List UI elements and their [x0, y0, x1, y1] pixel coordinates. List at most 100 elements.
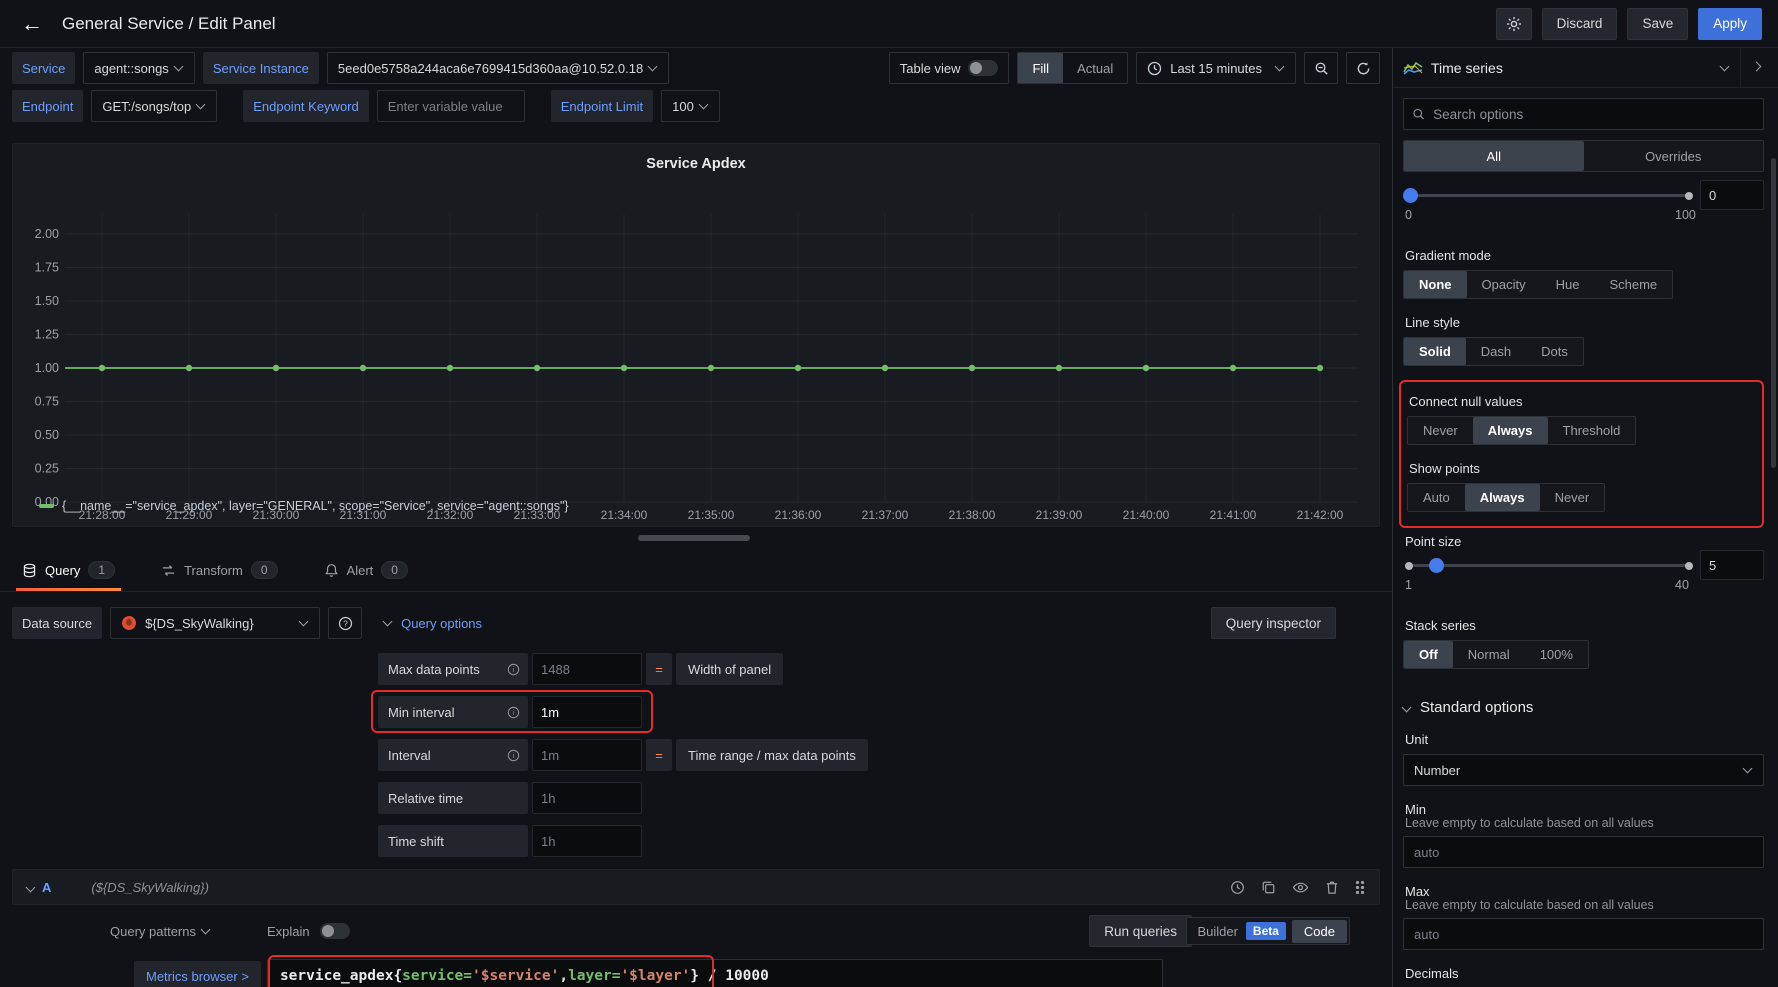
tab-all[interactable]: All: [1404, 141, 1584, 171]
panel-title: Service Apdex: [13, 144, 1379, 172]
collapse-options-pane-button[interactable]: [1740, 48, 1768, 88]
query-options-section: Max data points i = Width of panel Min i…: [378, 653, 1392, 857]
apply-button[interactable]: Apply: [1698, 8, 1762, 40]
chevron-down-icon: [1275, 62, 1285, 72]
fill-option[interactable]: Fill: [1018, 53, 1063, 83]
visualization-picker[interactable]: Time series: [1431, 60, 1503, 76]
panel-settings-button[interactable]: [1496, 8, 1532, 40]
show-points-group: Auto Always Never: [1407, 483, 1605, 512]
svg-text:0.75: 0.75: [35, 395, 59, 409]
chevron-down-icon: [648, 62, 658, 72]
line-dash-option[interactable]: Dash: [1466, 338, 1526, 365]
run-queries-button[interactable]: Run queries: [1089, 915, 1192, 947]
line-solid-option[interactable]: Solid: [1404, 338, 1466, 365]
stack-off-option[interactable]: Off: [1404, 641, 1453, 668]
slider-track[interactable]: [1405, 194, 1693, 197]
panel-resize-handle[interactable]: [638, 535, 750, 541]
min-input[interactable]: [1403, 836, 1764, 868]
line-dots-option[interactable]: Dots: [1526, 338, 1583, 365]
search-options-input[interactable]: [1433, 107, 1755, 122]
timeseries-panel: Service Apdex 0.000.250.500.751.001.251.…: [12, 143, 1380, 527]
transform-count-badge: 0: [251, 561, 278, 579]
slider-handle[interactable]: [1403, 188, 1418, 203]
decimals-label: Decimals: [1405, 966, 1764, 981]
relative-time-input[interactable]: [532, 782, 642, 814]
service-variable-picker[interactable]: agent::songs: [83, 52, 194, 84]
fill-opacity-value-input[interactable]: [1700, 180, 1764, 210]
slider-track[interactable]: [1405, 564, 1693, 567]
zoom-out-button[interactable]: [1304, 52, 1338, 84]
points-always-option[interactable]: Always: [1465, 484, 1540, 511]
tab-transform[interactable]: Transform 0: [155, 551, 283, 591]
drag-handle-icon[interactable]: [1355, 880, 1365, 894]
slider-min-label: 0: [1405, 208, 1412, 222]
hide-response-eye-icon[interactable]: [1292, 880, 1309, 895]
chevron-down-icon: [26, 882, 36, 892]
timeseries-chart[interactable]: 0.000.250.500.751.001.251.501.752.0021:2…: [13, 172, 1379, 524]
actual-option[interactable]: Actual: [1063, 53, 1127, 83]
explain-toggle[interactable]: [320, 923, 350, 939]
sidebar-scrollbar[interactable]: [1771, 158, 1776, 468]
promql-code-editor[interactable]: service_apdex{service='$service', layer=…: [267, 959, 1163, 987]
gradient-opacity-option[interactable]: Opacity: [1467, 271, 1541, 298]
stack-100-option[interactable]: 100%: [1525, 641, 1588, 668]
edit-panel-header: ← General Service / Edit Panel Discard S…: [0, 0, 1778, 48]
min-interval-input[interactable]: [532, 696, 642, 728]
refresh-button[interactable]: [1346, 52, 1380, 84]
query-inspector-button[interactable]: Query inspector: [1211, 607, 1336, 639]
query-patterns-dropdown[interactable]: Query patterns: [110, 924, 196, 939]
svg-text:21:41:00: 21:41:00: [1210, 508, 1257, 522]
code-option[interactable]: Code: [1292, 920, 1347, 943]
unit-select[interactable]: Number: [1403, 754, 1764, 786]
tab-query[interactable]: Query 1: [16, 551, 121, 591]
gradient-hue-option[interactable]: Hue: [1541, 271, 1595, 298]
legend-item[interactable]: {__name__="service_apdex", layer="GENERA…: [39, 499, 569, 513]
builder-option[interactable]: Builder: [1189, 924, 1245, 939]
svg-text:?: ?: [343, 618, 348, 628]
standard-options-section-header[interactable]: Standard options: [1403, 699, 1764, 716]
svg-text:21:34:00: 21:34:00: [601, 508, 648, 522]
query-datasource-hint: (${DS_SkyWalking}): [91, 880, 209, 895]
max-data-points-input[interactable]: [532, 653, 642, 685]
time-range-picker[interactable]: Last 15 minutes: [1136, 52, 1296, 84]
datasource-picker[interactable]: ${DS_SkyWalking}: [110, 607, 320, 639]
svg-text:1.25: 1.25: [35, 328, 59, 342]
metrics-browser-toggle[interactable]: Metrics browser >: [134, 961, 261, 987]
table-view-toggle[interactable]: [968, 60, 998, 76]
query-history-icon[interactable]: [1230, 880, 1245, 895]
save-button[interactable]: Save: [1627, 8, 1688, 40]
null-never-option[interactable]: Never: [1408, 417, 1473, 444]
point-size-value-input[interactable]: [1700, 550, 1764, 580]
help-circle-icon: ?: [338, 616, 353, 631]
delete-query-trash-icon[interactable]: [1325, 880, 1339, 895]
stack-normal-option[interactable]: Normal: [1453, 641, 1525, 668]
endpoint-picker[interactable]: GET:/songs/top: [91, 90, 217, 122]
info-icon: i: [507, 706, 520, 719]
discard-button[interactable]: Discard: [1542, 8, 1618, 40]
endpoint-keyword-input[interactable]: [377, 90, 525, 122]
gradient-none-option[interactable]: None: [1404, 271, 1467, 298]
null-threshold-option[interactable]: Threshold: [1548, 417, 1636, 444]
max-input[interactable]: [1403, 918, 1764, 950]
endpoint-limit-label: Endpoint Limit: [551, 90, 653, 122]
time-shift-input[interactable]: [532, 825, 642, 857]
width-of-panel-note: Width of panel: [676, 653, 783, 685]
query-a-header[interactable]: A (${DS_SkyWalking}): [12, 869, 1380, 905]
points-never-option[interactable]: Never: [1540, 484, 1605, 511]
tab-alert[interactable]: Alert 0: [318, 551, 414, 591]
interval-input[interactable]: [532, 739, 642, 771]
service-instance-picker[interactable]: 5eed0e5758a244aca6e7699415d360aa@10.52.0…: [327, 52, 669, 84]
query-count-badge: 1: [88, 561, 115, 579]
datasource-help-button[interactable]: ?: [328, 607, 362, 639]
tab-overrides[interactable]: Overrides: [1584, 141, 1764, 171]
duplicate-query-icon[interactable]: [1261, 880, 1276, 895]
null-always-option[interactable]: Always: [1473, 417, 1548, 444]
points-auto-option[interactable]: Auto: [1408, 484, 1465, 511]
back-arrow-icon[interactable]: ←: [16, 8, 48, 40]
slider-handle[interactable]: [1429, 558, 1444, 573]
chevron-down-icon: [201, 925, 211, 935]
point-size-slider: 1 40: [1403, 556, 1764, 602]
gradient-scheme-option[interactable]: Scheme: [1594, 271, 1672, 298]
query-options-toggle[interactable]: Query options: [401, 616, 482, 631]
endpoint-limit-picker[interactable]: 100: [661, 90, 720, 122]
